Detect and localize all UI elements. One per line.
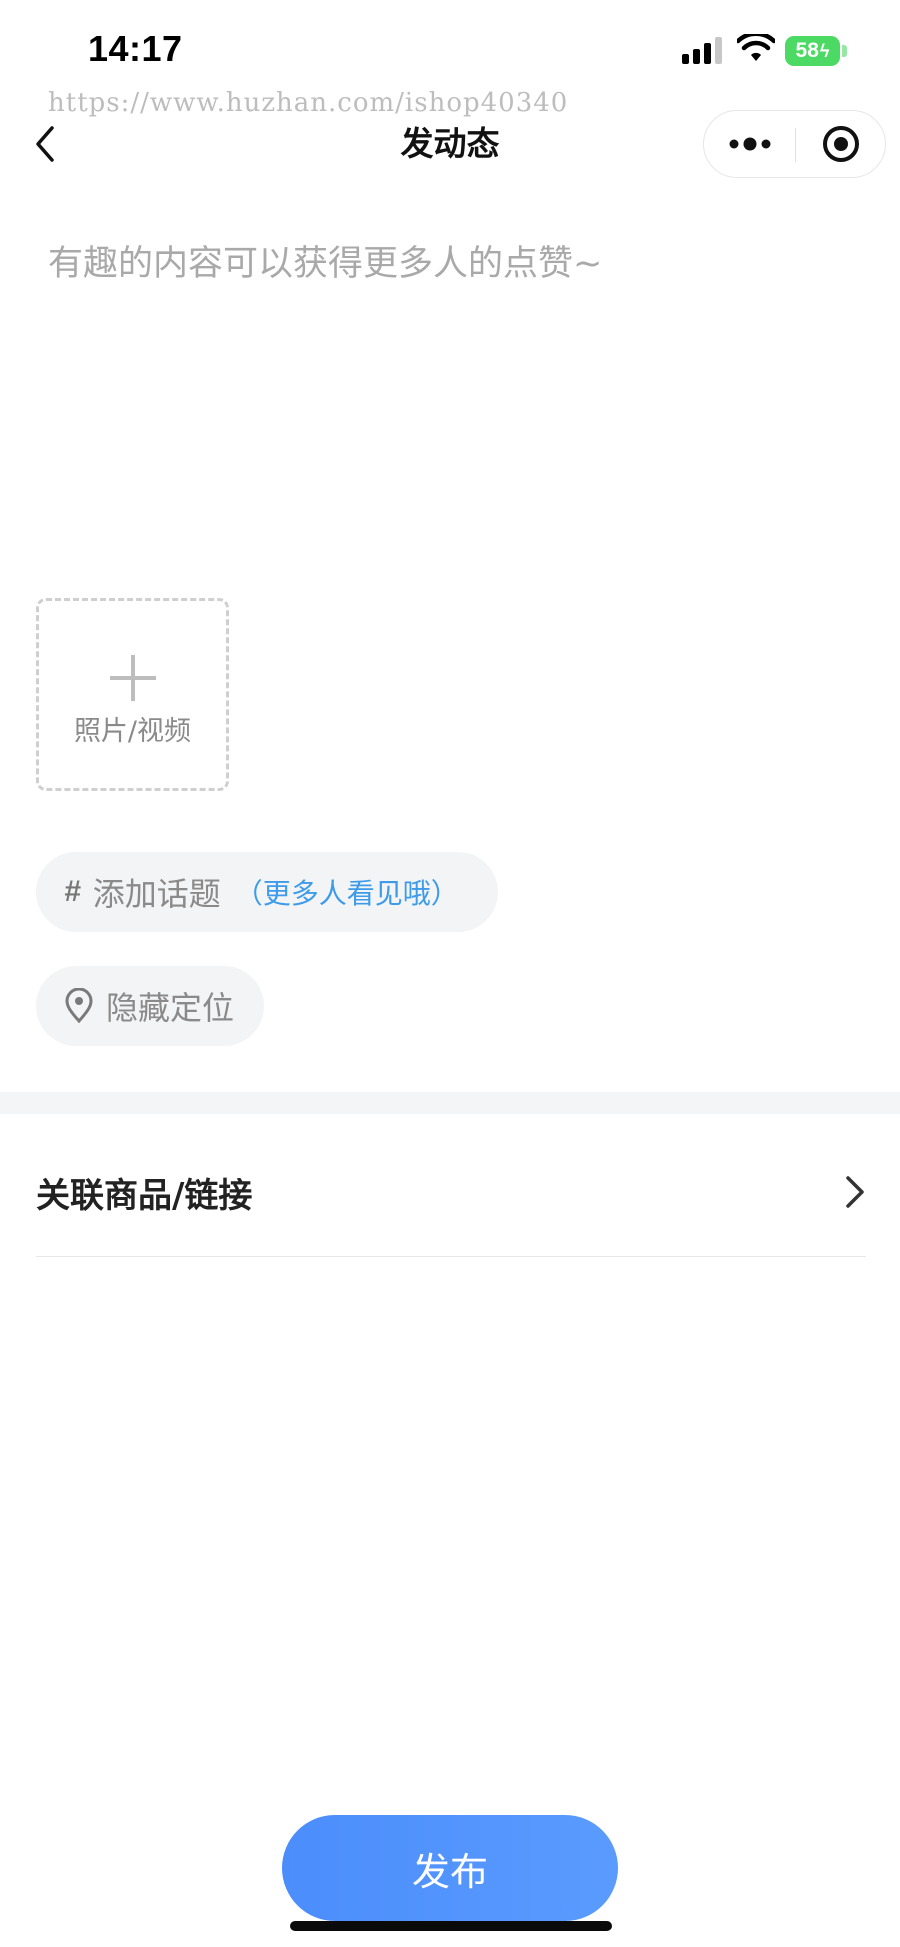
status-bar: 14:17 58 ϟ [0,0,900,100]
signal-icon [682,37,722,64]
close-mini-program-button[interactable] [796,111,886,177]
watermark-url: https://www.huzhan.com/ishop40340 [48,88,569,118]
add-topic-hint: （更多人看见哦） [234,877,459,910]
section-divider [0,1092,900,1114]
upload-label: 照片/视频 [73,716,192,747]
row-divider [36,1256,866,1257]
battery-level: 58 [795,39,819,62]
publish-button[interactable]: 发布 [282,1815,618,1921]
plus-icon [109,655,156,701]
hash-icon: # [64,875,81,908]
linked-product-row[interactable]: 关联商品/链接 [36,1150,866,1234]
status-time: 14:17 [88,28,183,69]
target-circle-icon [823,126,859,162]
mini-program-capsule [703,110,886,178]
upload-media-button[interactable]: 照片/视频 [36,598,229,791]
home-indicator [290,1921,612,1931]
linked-product-label: 关联商品/链接 [36,1176,253,1216]
more-dots-icon [729,137,770,151]
battery-indicator: 58 ϟ [785,36,840,66]
battery-nub [842,45,847,57]
post-editor-screen: 14:17 58 ϟ https://www.huzhan.com/ishop4… [0,0,900,1947]
charging-icon: ϟ [819,40,830,61]
location-pin-icon [65,988,93,1024]
post-content-input[interactable] [48,238,858,538]
chevron-right-icon [846,1176,864,1208]
more-button[interactable] [704,111,795,177]
wifi-icon [737,34,775,61]
location-button[interactable]: 隐藏定位 [36,966,264,1046]
add-topic-label: 添加话题 [92,875,221,913]
add-topic-button[interactable]: # 添加话题 （更多人看见哦） [36,852,498,932]
location-label: 隐藏定位 [106,989,235,1027]
